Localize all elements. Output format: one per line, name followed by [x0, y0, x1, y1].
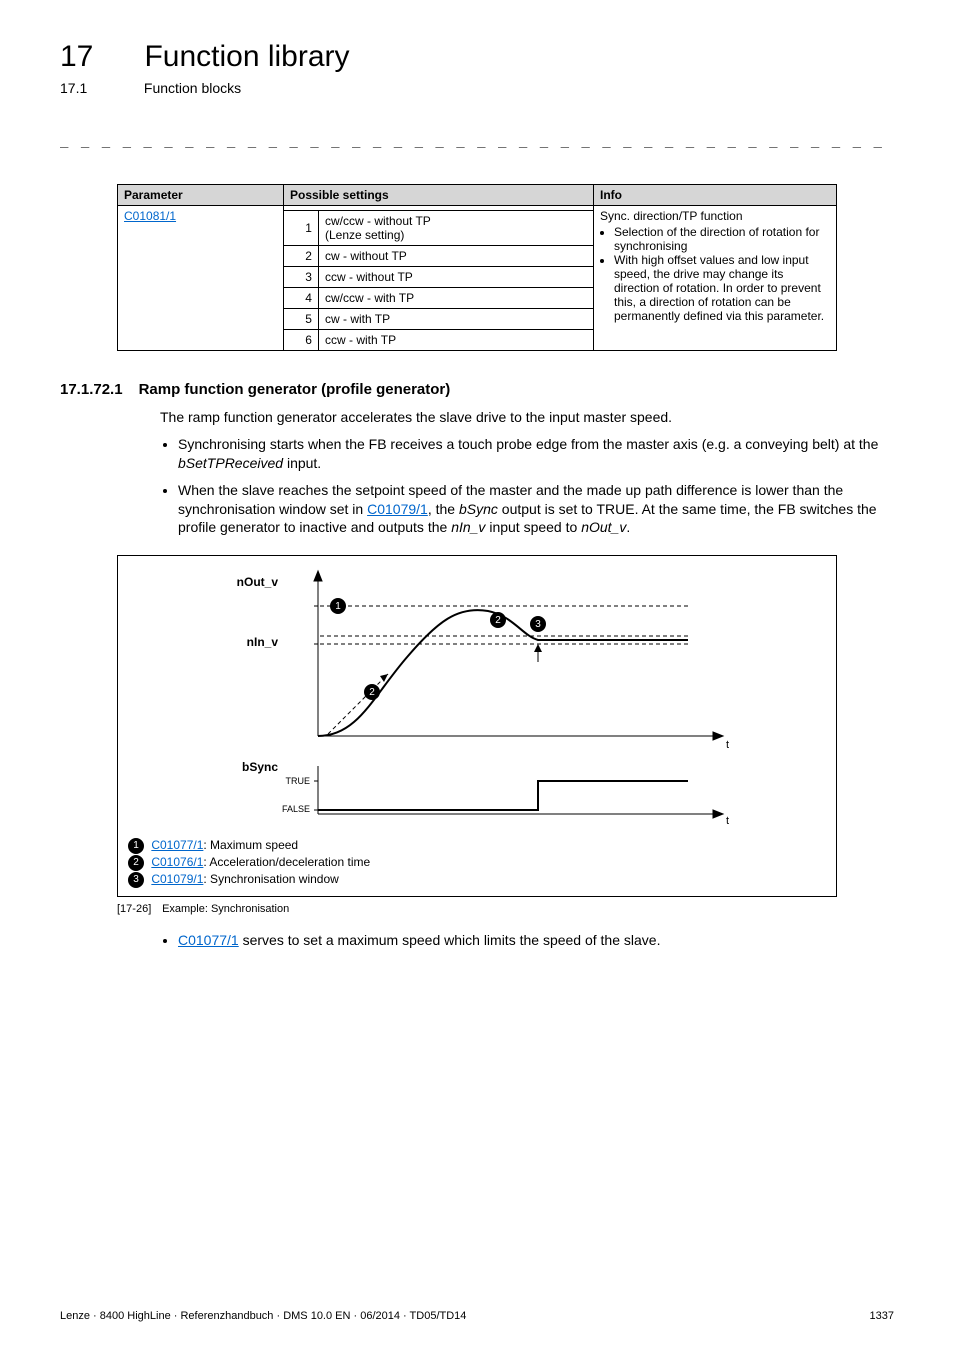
opt-text: cw/ccw - without TP (Lenze setting) — [318, 211, 593, 246]
opt-text: ccw - with TP — [318, 330, 593, 351]
axis-label-bsync: bSync — [242, 760, 278, 774]
axis-label-t2: t — [726, 815, 729, 826]
list-item: C01077/1 serves to set a maximum speed w… — [178, 931, 894, 950]
chapter-title: Function library — [144, 40, 349, 74]
axis-label-t1: t — [726, 739, 729, 751]
opt-num: 6 — [283, 330, 318, 351]
list-item: When the slave reaches the setpoint spee… — [178, 481, 894, 538]
opt-num: 2 — [283, 246, 318, 267]
list-item: Synchronising starts when the FB receive… — [178, 435, 894, 473]
section-number: 17.1.72.1 — [60, 381, 123, 398]
opt-text: cw/ccw - with TP — [318, 288, 593, 309]
section-intro: The ramp function generator accelerates … — [160, 408, 894, 427]
opt-num: 3 — [283, 267, 318, 288]
opt-num: 4 — [283, 288, 318, 309]
page-header: 17 Function library 17.1 Function blocks — [60, 40, 894, 96]
axis-label-nin: nIn_v — [247, 635, 279, 649]
legend-marker-1: 1 — [128, 838, 144, 854]
opt-num: 1 — [283, 211, 318, 246]
subsection-number: 17.1 — [60, 80, 140, 96]
figure-caption: [17-26] Example: Synchronisation — [117, 903, 837, 915]
section-title: Ramp function generator (profile generat… — [139, 381, 451, 398]
th-info: Info — [594, 185, 837, 206]
opt-text: ccw - without TP — [318, 267, 593, 288]
parameter-table: Parameter Possible settings Info C01081/… — [117, 184, 837, 351]
param-link[interactable]: C01081/1 — [124, 209, 176, 223]
legend-marker-3: 3 — [128, 872, 144, 888]
figure-number: [17-26] — [117, 903, 159, 915]
legend-link[interactable]: C01076/1 — [151, 855, 203, 869]
opt-num: 5 — [283, 309, 318, 330]
svg-text:2: 2 — [369, 687, 375, 698]
axis-label-nout: nOut_v — [237, 575, 279, 589]
subsection-title: Function blocks — [144, 80, 241, 96]
info-bullet: With high offset values and low input sp… — [614, 253, 830, 323]
th-possible: Possible settings — [283, 185, 593, 206]
section-bullets: Synchronising starts when the FB receive… — [160, 435, 894, 537]
legend-text: : Acceleration/deceleration time — [203, 855, 370, 869]
info-bullet: Selection of the direction of rotation f… — [614, 225, 830, 253]
chart-figure: nOut_v nIn_v t — [117, 555, 837, 896]
tick-true: TRUE — [286, 776, 311, 786]
legend-link[interactable]: C01077/1 — [151, 838, 203, 852]
svg-text:1: 1 — [335, 601, 341, 612]
footer-left: Lenze · 8400 HighLine · Referenzhandbuch… — [60, 1310, 466, 1322]
legend-marker-2: 2 — [128, 855, 144, 871]
legend-text: : Synchronisation window — [203, 872, 338, 886]
legend-link[interactable]: C01079/1 — [151, 872, 203, 886]
figure-caption-text: Example: Synchronisation — [162, 903, 289, 915]
svg-text:3: 3 — [535, 619, 541, 630]
footer-pagenum: 1337 — [870, 1310, 894, 1322]
legend-text: : Maximum speed — [203, 838, 298, 852]
tick-false: FALSE — [282, 804, 310, 814]
sync-chart-svg: nOut_v nIn_v t — [128, 566, 826, 826]
opt-text: cw - with TP — [318, 309, 593, 330]
chapter-number: 17 — [60, 40, 140, 74]
divider-dashes: _ _ _ _ _ _ _ _ _ _ _ _ _ _ _ _ _ _ _ _ … — [60, 132, 894, 148]
chart-legend: 1 C01077/1: Maximum speed 2 C01076/1: Ac… — [118, 831, 836, 895]
opt-text: cw - without TP — [318, 246, 593, 267]
th-parameter: Parameter — [118, 185, 284, 206]
svg-text:2: 2 — [495, 615, 501, 626]
info-title: Sync. direction/TP function — [600, 209, 743, 223]
